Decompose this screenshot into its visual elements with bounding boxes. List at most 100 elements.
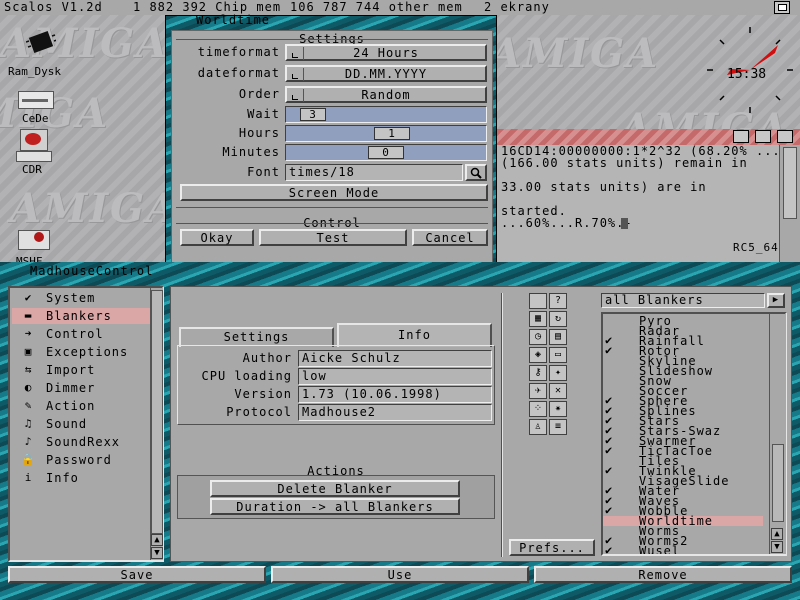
scroll-up-button[interactable]: ▲ xyxy=(771,528,783,540)
film-icon[interactable]: ▦ xyxy=(529,311,547,327)
sidebar-item-sound[interactable]: ♫ Sound xyxy=(12,416,152,432)
sidebar-item-action[interactable]: ✎ Action xyxy=(12,398,152,414)
sidebar-item-label: Info xyxy=(46,471,79,485)
blanker-list-item[interactable]: Slideshow xyxy=(603,365,763,377)
blanker-list-item[interactable]: VisageSlide xyxy=(603,475,763,487)
okay-button[interactable]: Okay xyxy=(180,229,254,246)
depth-gadget[interactable] xyxy=(777,130,793,143)
blanker-filter[interactable]: all Blankers xyxy=(601,293,765,308)
tools-icon[interactable]: ✕ xyxy=(549,383,567,399)
font-select-button[interactable] xyxy=(465,164,487,181)
window-title: Worldtime xyxy=(196,13,271,27)
ram-disk-icon[interactable]: Ram_Dysk xyxy=(8,29,70,78)
blanker-list-item[interactable]: Worldtime xyxy=(603,515,763,527)
test-button[interactable]: Test xyxy=(259,229,407,246)
section-list[interactable]: ✔ System ▬ Blankers ➜ Control ▣ Exceptions ⇆ Impo… xyxy=(8,286,164,562)
blanker-list-item[interactable]: ✔ Worms2 xyxy=(603,534,763,547)
shell-scrollbar[interactable] xyxy=(779,145,800,265)
blankers-panel: Settings Info Author Aicke Schulz CPU lo… xyxy=(170,286,792,562)
help-icon[interactable]: ? xyxy=(549,293,567,309)
blanker-list-scrollbar[interactable]: ▲ ▼ xyxy=(769,314,786,554)
minutes-slider[interactable]: 0 xyxy=(285,144,487,161)
tab-settings[interactable]: Settings xyxy=(179,327,334,347)
sidebar-item-blankers[interactable]: ▬ Blankers xyxy=(12,308,152,324)
blanker-list-item[interactable]: ✔ Rainfall xyxy=(603,334,763,347)
shell-title-bar[interactable] xyxy=(497,129,800,145)
blanker-list-item[interactable]: ✔ Splines xyxy=(603,404,763,417)
satellite-icon[interactable]: ✦ xyxy=(549,365,567,381)
check-icon[interactable]: ✔ xyxy=(605,464,613,476)
sparkle-icon[interactable]: ✷ xyxy=(549,401,567,417)
wait-slider-knob[interactable]: 3 xyxy=(300,108,326,121)
use-button[interactable]: Use xyxy=(271,566,529,583)
order-label: Order xyxy=(238,87,280,101)
cancel-button[interactable]: Cancel xyxy=(412,229,488,246)
blanker-list-item[interactable]: ✔ Water xyxy=(603,484,763,497)
sidebar-item-password[interactable]: 🔒 Password xyxy=(12,452,152,468)
save-button[interactable]: Save xyxy=(8,566,266,583)
check-icon[interactable]: ✔ xyxy=(605,344,613,356)
prefs-button[interactable]: Prefs... xyxy=(509,539,595,556)
sidebar-item-info[interactable]: i Info xyxy=(12,470,152,486)
cpu-loading-value: low xyxy=(298,368,492,385)
copy-icon[interactable]: ▤ xyxy=(549,329,567,345)
hours-slider[interactable]: 1 xyxy=(285,125,487,142)
key-icon[interactable]: ⚷ xyxy=(529,365,547,381)
blanker-list-item[interactable]: ✔ Wusel xyxy=(603,544,763,554)
check-icon[interactable]: ✔ xyxy=(605,444,613,456)
shell-window[interactable]: 16CD14:00000000:1*2^32 (68.20% ... (166.… xyxy=(496,129,800,270)
delete-blanker-button[interactable]: Delete Blanker xyxy=(210,480,460,497)
cpu-loading-label: CPU loading xyxy=(201,369,292,383)
blanker-list-item[interactable]: ✔ TicTacToe xyxy=(603,444,763,457)
zoom-gadget[interactable] xyxy=(733,130,749,143)
icon-label: Ram_Dysk xyxy=(8,65,61,78)
remove-button[interactable]: Remove xyxy=(534,566,792,583)
blanker-toolbar: ? ▦ ↻ ◷ ▤ ◈ ▭ ⚷ ✦ ✈ ✕ ⁘ ✷ ♙ ≡ xyxy=(529,293,573,533)
check-icon[interactable]: ✔ xyxy=(605,504,613,516)
figure-icon[interactable]: ♙ xyxy=(529,419,547,435)
wait-slider[interactable]: 3 xyxy=(285,106,487,123)
sidebar-item-system[interactable]: ✔ System xyxy=(12,290,152,306)
author-value: Aicke Schulz xyxy=(298,350,492,367)
depth-gadget[interactable] xyxy=(755,130,771,143)
hours-slider-knob[interactable]: 1 xyxy=(374,127,410,140)
sidebar-item-control[interactable]: ➜ Control xyxy=(12,326,152,342)
sidebar-item-exceptions[interactable]: ▣ Exceptions xyxy=(12,344,152,360)
sidebar-item-soundrexx[interactable]: ♪ SoundRexx xyxy=(12,434,152,450)
filter-popup-button[interactable]: ▶ xyxy=(767,293,785,308)
madhouse-window[interactable]: MadhouseControl ✔ System ▬ Blankers ➜ Control… xyxy=(0,262,800,600)
screen-depth-gadget[interactable] xyxy=(774,1,790,14)
cdr-drive-icon[interactable]: CDR xyxy=(12,129,56,179)
blanker-list[interactable]: Pyro Radar ✔ Rainfall ✔ Rotor Skyline Slideshow… xyxy=(601,312,787,556)
order-cycle[interactable]: Random xyxy=(285,86,487,103)
dateformat-cycle[interactable]: DD.MM.YYYY xyxy=(285,65,487,82)
blanker-list-item[interactable]: Pyro xyxy=(603,315,763,327)
tab-info[interactable]: Info xyxy=(337,323,492,347)
shell-console[interactable]: 16CD14:00000000:1*2^32 (68.20% ... (166.… xyxy=(497,145,780,265)
cd-drive-icon[interactable]: CeDe xyxy=(10,85,60,125)
font-field[interactable]: times/18 xyxy=(285,164,463,181)
scroll-up-button[interactable]: ▲ xyxy=(151,534,163,546)
duration-all-button[interactable]: Duration -> all Blankers xyxy=(210,498,460,515)
scroll-down-button[interactable]: ▼ xyxy=(151,547,163,559)
dots-icon[interactable]: ⁘ xyxy=(529,401,547,417)
worldtime-window[interactable]: Worldtime Settings timeformat 24 Hours d… xyxy=(165,13,497,270)
clock-icon[interactable]: ◷ xyxy=(529,329,547,345)
sidebar-item-import[interactable]: ⇆ Import xyxy=(12,362,152,378)
minutes-slider-knob[interactable]: 0 xyxy=(368,146,404,159)
scroll-down-button[interactable]: ▼ xyxy=(771,541,783,553)
screen-mode-button[interactable]: Screen Mode xyxy=(180,184,488,201)
plane-icon[interactable]: ✈ xyxy=(529,383,547,399)
check-icon[interactable]: ✔ xyxy=(605,544,613,554)
info-icon: i xyxy=(24,471,32,484)
refresh-icon[interactable]: ↻ xyxy=(549,311,567,327)
lines-icon[interactable]: ≡ xyxy=(549,419,567,435)
blank-icon[interactable] xyxy=(529,293,547,309)
scroll-knob[interactable] xyxy=(772,444,784,522)
timeformat-cycle[interactable]: 24 Hours xyxy=(285,44,487,61)
worldtime-title-bar[interactable]: Worldtime xyxy=(166,13,496,30)
monitor-icon[interactable]: ▭ xyxy=(549,347,567,363)
preview-icon[interactable]: ◈ xyxy=(529,347,547,363)
section-list-scrollbar[interactable]: ▲ ▼ xyxy=(150,288,163,560)
sidebar-item-dimmer[interactable]: ◐ Dimmer xyxy=(12,380,152,396)
